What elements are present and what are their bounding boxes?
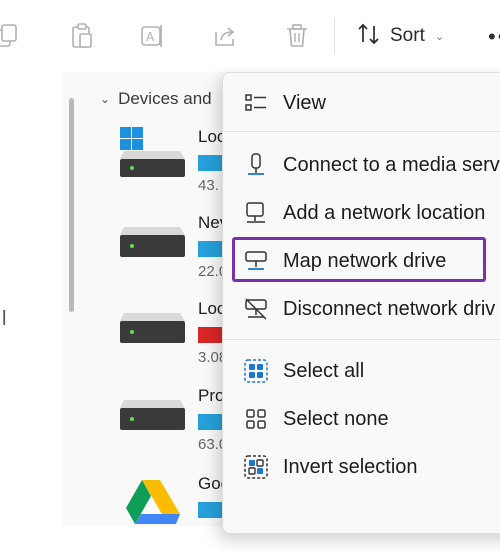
chevron-down-icon: ⌄	[100, 92, 111, 106]
rename-icon[interactable]: A	[139, 22, 167, 50]
drive-size: 43.	[198, 177, 219, 194]
menu-divider	[223, 131, 500, 132]
menu-item-label: Invert selection	[283, 455, 418, 478]
select-none-icon	[241, 404, 271, 434]
drive-item[interactable]: Pro 63.0	[118, 386, 238, 468]
drive-icon	[120, 400, 185, 430]
menu-item-invert-selection[interactable]: Invert selection	[241, 447, 500, 487]
drive-name: Pro	[198, 386, 225, 405]
drive-icon	[120, 313, 185, 343]
svg-text:A: A	[146, 30, 155, 44]
menu-item-connect-media-server[interactable]: Connect to a media serv	[241, 145, 500, 185]
drive-item[interactable]: Nev 22.0	[118, 213, 238, 295]
menu-item-label: Connect to a media serv	[283, 153, 500, 176]
drive-icon	[120, 227, 185, 257]
group-header-label: Devices and	[118, 89, 212, 108]
media-server-icon	[241, 150, 271, 180]
menu-divider	[223, 339, 500, 340]
menu-item-label: View	[283, 91, 326, 114]
delete-icon[interactable]	[283, 22, 311, 50]
menu-item-view[interactable]: View	[241, 83, 500, 123]
sort-arrows-icon	[356, 21, 382, 52]
google-drive-icon	[126, 480, 180, 524]
drive-item[interactable]: Loc 43.	[118, 127, 238, 209]
toolbar-divider	[334, 18, 335, 54]
chevron-down-icon: ⌄	[434, 30, 445, 43]
vertical-scrollbar[interactable]	[69, 98, 74, 312]
menu-item-select-none[interactable]: Select none	[241, 399, 500, 439]
sort-button[interactable]: Sort ⌄	[356, 20, 444, 52]
drive-item[interactable]: Goo	[118, 474, 238, 556]
nav-item-partial[interactable]: l	[2, 308, 6, 331]
navigation-pane: l	[0, 72, 62, 526]
share-icon[interactable]	[211, 22, 239, 50]
copy-icon[interactable]	[0, 22, 22, 50]
view-list-icon	[241, 88, 271, 118]
menu-item-label: Disconnect network driv	[283, 297, 496, 320]
highlight-box	[232, 237, 486, 282]
disconnect-network-drive-icon	[241, 294, 271, 324]
menu-item-disconnect-network-drive[interactable]: Disconnect network driv	[241, 289, 500, 329]
drive-item[interactable]: Loc 3.08	[118, 299, 238, 381]
sort-label: Sort	[390, 25, 425, 46]
menu-item-label: Select none	[283, 407, 389, 430]
menu-item-label: Select all	[283, 359, 365, 382]
group-header-devices[interactable]: ⌄ Devices and	[100, 89, 212, 109]
select-all-icon	[241, 356, 271, 386]
more-options-icon[interactable]: ••	[488, 24, 500, 50]
menu-item-label: Add a network location	[283, 201, 486, 224]
windows-drive-icon	[120, 127, 185, 177]
paste-icon[interactable]	[68, 22, 96, 50]
menu-item-select-all[interactable]: Select all	[241, 351, 500, 391]
command-bar: A Sort ⌄ ••	[0, 0, 500, 73]
context-menu: View Connect to a media serv Add a netwo…	[222, 72, 500, 534]
invert-selection-icon	[241, 452, 271, 482]
menu-item-add-network-location[interactable]: Add a network location	[241, 193, 500, 233]
network-location-icon	[241, 198, 271, 228]
